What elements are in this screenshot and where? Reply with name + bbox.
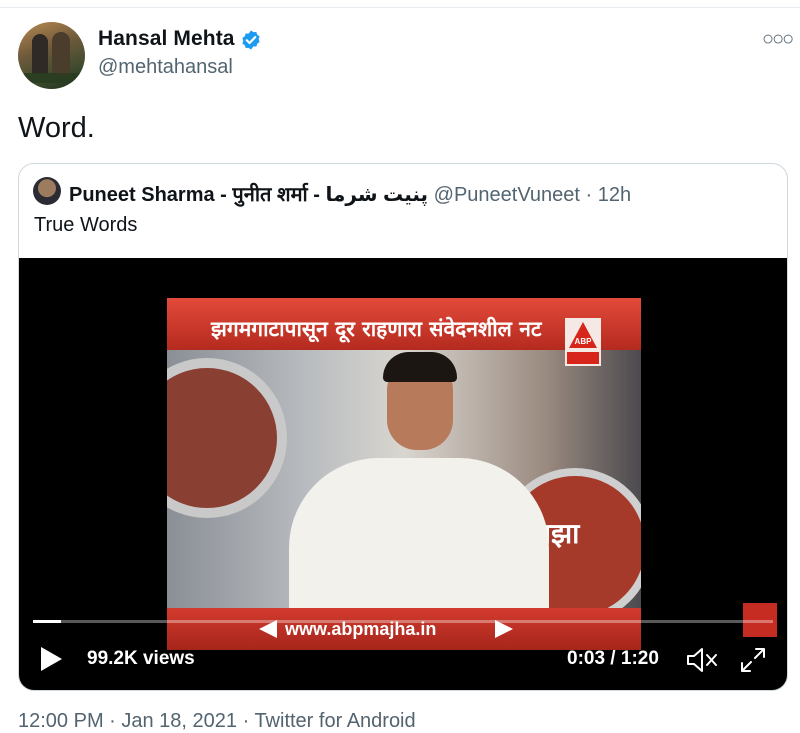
duration: 1:20 (620, 648, 659, 669)
quoted-author-avatar[interactable] (33, 177, 61, 205)
tweet-footer[interactable]: 12:00 PM · Jan 18, 2021 · Twitter for An… (18, 710, 416, 733)
video-player[interactable]: माझा झगमगाटापासून दूर राहणारा संवेदनशील … (19, 258, 787, 690)
avatar-figure-right (52, 32, 70, 76)
author-avatar[interactable] (18, 22, 85, 89)
header-separator: · (579, 184, 598, 206)
author-name[interactable]: Hansal Mehta (98, 27, 235, 51)
play-icon[interactable] (41, 647, 62, 671)
time-separator: / (605, 648, 621, 669)
progress-fill (33, 620, 61, 623)
quoted-tweet-time[interactable]: 12h (598, 184, 631, 206)
abp-logo-icon: ABP (565, 318, 601, 366)
tweet-text: Word. (18, 112, 95, 144)
video-frame: माझा झगमगाटापासून दूर राहणारा संवेदनशील … (167, 298, 641, 650)
more-dots-icon[interactable]: ○○○ (762, 28, 794, 51)
quoted-tweet-text: True Words (34, 214, 138, 236)
view-count: 99.2K views (87, 648, 195, 669)
quoted-tweet-card[interactable]: Puneet Sharma - पुनीत शर्मा - پنیت شرما … (18, 163, 788, 691)
author-handle[interactable]: @mehtahansal (98, 56, 233, 79)
quoted-author-handle[interactable]: @PuneetVuneet (434, 184, 580, 206)
quoted-tweet-header: Puneet Sharma - पुनीत शर्मा - پنیت شرما … (69, 180, 631, 207)
avatar-caption-strip (24, 73, 80, 83)
url-banner: www.abpmajha.in (167, 608, 641, 650)
quoted-author-name[interactable]: Puneet Sharma - पुनीत शर्मा - پنیت شرما (69, 184, 428, 206)
abp-logo-text: ABP (575, 337, 593, 346)
person-hair (383, 352, 457, 382)
time-display: 0:03 / 1:20 (567, 648, 659, 670)
mute-icon[interactable] (685, 646, 719, 674)
caption-banner-text: झगमगाटापासून दूर राहणारा संवेदनशील नट (211, 317, 542, 341)
avatar-figure-left (32, 34, 48, 74)
top-divider (0, 7, 800, 8)
backdrop-logo-left (167, 358, 287, 518)
progress-track[interactable] (33, 620, 773, 623)
fullscreen-icon[interactable] (739, 646, 767, 674)
verified-badge-icon (242, 30, 260, 50)
current-time: 0:03 (567, 648, 606, 669)
